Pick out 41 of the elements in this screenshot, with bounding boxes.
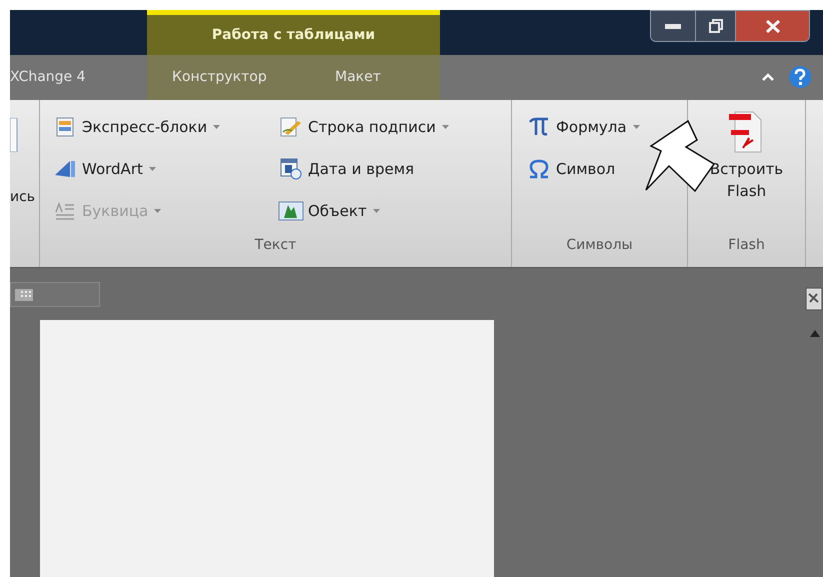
dropdown-caret-icon — [442, 125, 449, 129]
ribbon-command[interactable]: Символ — [522, 156, 616, 182]
wordart-icon — [54, 159, 76, 179]
group-label: Текст — [254, 236, 296, 255]
restore-icon — [708, 19, 722, 33]
dropcap-icon — [55, 202, 75, 220]
dropdown-caret-icon — [154, 209, 162, 213]
scroll-up-icon[interactable] — [810, 330, 820, 337]
close-button[interactable] — [735, 11, 809, 41]
omega-icon — [528, 159, 550, 179]
ribbon-command[interactable]: Объект — [274, 198, 380, 224]
command-label[interactable]: ись — [10, 187, 36, 208]
ribbon-command[interactable]: Формула — [522, 114, 640, 140]
group-label: Символы — [566, 236, 633, 255]
dropdown-caret-icon — [213, 125, 220, 129]
minimize-button[interactable] — [651, 11, 695, 41]
dropdown-caret-icon — [632, 125, 640, 129]
restore-button[interactable] — [695, 11, 735, 41]
ribbon-tab[interactable]: XChange 4 — [10, 55, 147, 100]
dropdown-caret-icon — [148, 167, 156, 171]
ribbon-tab[interactable]: Конструктор — [147, 55, 310, 100]
calendar-clock-icon — [280, 158, 302, 180]
embed-flash-button[interactable]: Встроить Flash — [692, 108, 802, 235]
ribbon-command[interactable]: Строка подписи — [274, 114, 449, 140]
contextual-tab-title: Работа с таблицами — [212, 26, 376, 44]
dropdown-caret-icon — [372, 209, 380, 213]
signature-icon — [280, 117, 302, 137]
object-icon — [278, 201, 304, 221]
blocks-icon — [56, 117, 74, 137]
group-label: Flash — [728, 236, 765, 255]
ribbon-command[interactable]: WordArt — [48, 156, 156, 182]
pi-icon — [528, 117, 550, 137]
ribbon-tab[interactable]: Макет — [310, 55, 440, 100]
collapse-ribbon-icon[interactable] — [762, 73, 774, 81]
document-icon — [10, 118, 18, 152]
ruler-toggle-icon[interactable] — [806, 288, 822, 310]
ribbon-command[interactable]: Экспресс-блоки — [48, 114, 220, 140]
grid-icon — [15, 288, 33, 300]
ribbon-command[interactable]: Дата и время — [274, 156, 414, 182]
help-icon[interactable] — [788, 65, 812, 89]
close-icon — [764, 20, 780, 32]
